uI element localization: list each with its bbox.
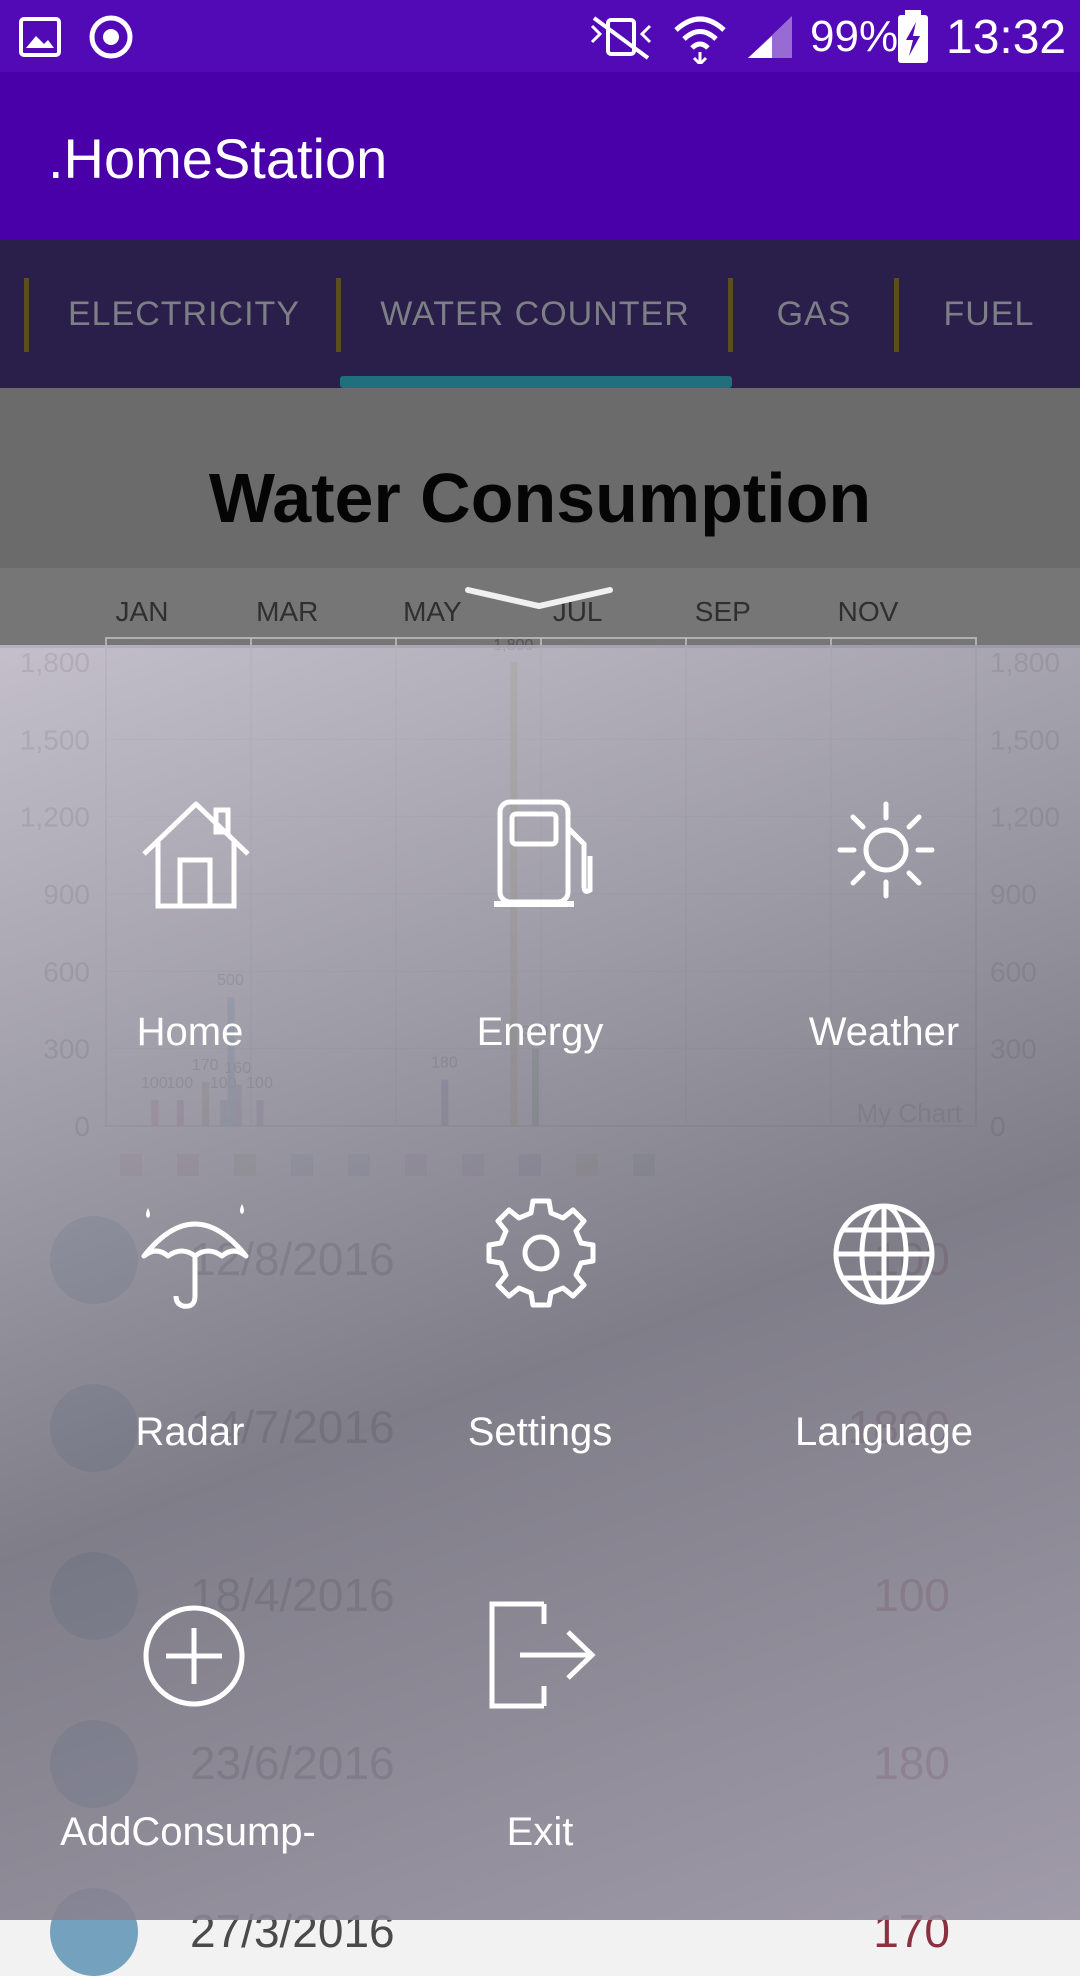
menu-item-language[interactable]: Language bbox=[712, 1196, 1056, 1466]
add-circle-icon bbox=[143, 1605, 245, 1707]
menu-label: Weather bbox=[808, 1010, 960, 1054]
menu-label: Language bbox=[795, 1410, 973, 1454]
sync-icon bbox=[89, 15, 133, 59]
tab-separator bbox=[728, 278, 733, 352]
tab-separator bbox=[336, 278, 341, 352]
menu-item-radar[interactable]: Radar bbox=[18, 1196, 362, 1466]
exit-icon bbox=[489, 1601, 596, 1709]
tab-fuel[interactable]: FUEL bbox=[900, 240, 1078, 388]
status-bar: 99% 13:32 bbox=[0, 0, 1080, 72]
gallery-icon bbox=[19, 17, 61, 57]
vibrate-mute-icon bbox=[590, 16, 652, 60]
menu-label: Settings bbox=[467, 1410, 613, 1454]
app-title: .HomeStation bbox=[48, 127, 388, 190]
menu-label: Radar bbox=[135, 1410, 245, 1454]
sun-icon bbox=[837, 801, 935, 899]
menu-label: Energy bbox=[476, 1010, 604, 1054]
menu-item-energy[interactable]: Energy bbox=[368, 790, 712, 1070]
tab-separator bbox=[894, 278, 899, 352]
battery-percent: 99% bbox=[810, 12, 899, 61]
tab-gas[interactable]: GAS bbox=[734, 240, 894, 388]
tab-bar: ELECTRICITY WATER COUNTER GAS FUEL bbox=[0, 240, 1080, 388]
tab-water-counter[interactable]: WATER COUNTER bbox=[342, 240, 728, 388]
gear-icon bbox=[486, 1198, 596, 1308]
menu-item-exit[interactable]: Exit bbox=[368, 1596, 712, 1856]
menu-label: Exit bbox=[506, 1810, 574, 1854]
home-icon bbox=[142, 801, 250, 909]
umbrella-icon bbox=[141, 1204, 249, 1309]
tab-separator bbox=[24, 278, 29, 352]
tab-indicator bbox=[340, 376, 732, 388]
menu-item-settings[interactable]: Settings bbox=[368, 1196, 712, 1466]
signal-icon bbox=[748, 16, 792, 58]
collapse-handle-icon[interactable] bbox=[464, 584, 614, 614]
tab-electricity[interactable]: ELECTRICITY bbox=[30, 240, 338, 388]
app-bar: .HomeStation bbox=[0, 72, 1080, 240]
menu-label: AddConsump- bbox=[60, 1810, 316, 1854]
clock: 13:32 bbox=[946, 11, 1067, 64]
menu-item-weather[interactable]: Weather bbox=[712, 790, 1056, 1070]
menu-item-add-consumption[interactable]: AddConsump- bbox=[18, 1596, 362, 1856]
fuel-pump-icon bbox=[494, 799, 593, 907]
menu-item-home[interactable]: Home bbox=[18, 790, 362, 1070]
menu-label: Home bbox=[136, 1010, 244, 1054]
globe-icon bbox=[833, 1203, 935, 1305]
battery-charging-icon bbox=[898, 10, 928, 63]
wifi-icon bbox=[674, 16, 726, 64]
